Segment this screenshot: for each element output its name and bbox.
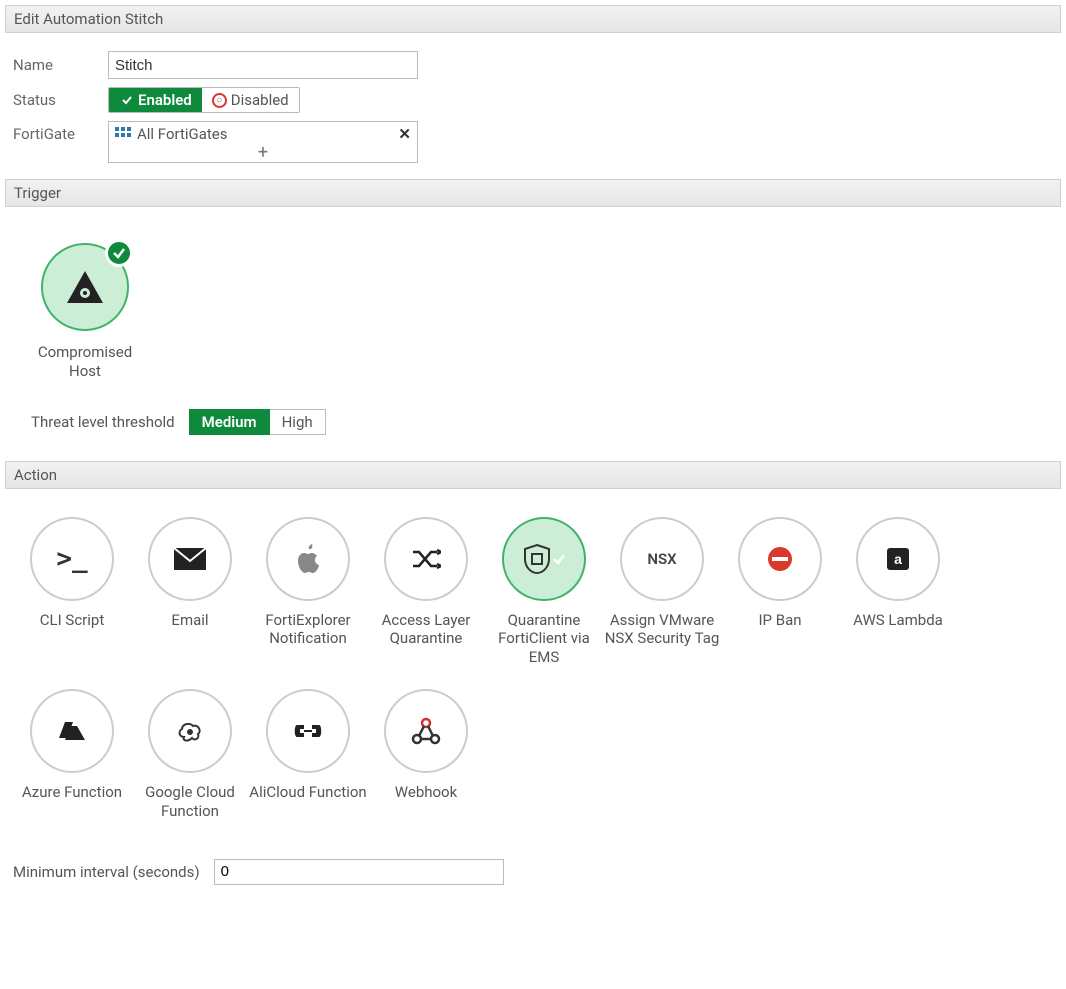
action-item-fortiexplorer[interactable]: FortiExplorer Notification [249, 517, 367, 667]
min-interval-label: Minimum interval (seconds) [13, 863, 200, 881]
no-entry-icon [766, 545, 794, 573]
fortigate-selector[interactable]: All FortiGates ✕ + [108, 121, 418, 163]
check-circle-icon [119, 93, 134, 108]
form-area: Name Status Enabled ○ Disabled FortiGate [5, 33, 1061, 179]
action-label: Azure Function [22, 783, 122, 821]
fortigate-value: All FortiGates [137, 125, 227, 143]
name-input[interactable] [108, 51, 418, 79]
action-item-aws-lambda[interactable]: a AWS Lambda [839, 517, 957, 667]
min-interval-input[interactable] [214, 859, 504, 885]
aws-icon: a [885, 546, 911, 572]
action-item-cli-script[interactable]: >_ CLI Script [13, 517, 131, 667]
action-item-webhook[interactable]: Webhook [367, 689, 485, 821]
selected-check-icon [552, 552, 566, 566]
fortigate-label: FortiGate [13, 121, 108, 143]
selected-check-icon [105, 239, 133, 267]
action-label: AliCloud Function [249, 783, 366, 821]
action-label: Assign VMware NSX Security Tag [603, 611, 721, 649]
action-circle[interactable] [384, 517, 468, 601]
page-title-bar: Edit Automation Stitch [5, 5, 1061, 33]
action-label: Google Cloud Function [131, 783, 249, 821]
apple-icon [295, 544, 321, 574]
action-label: Quarantine FortiClient via EMS [485, 611, 603, 667]
shield-quarantine-icon [522, 543, 552, 575]
action-circle[interactable] [384, 689, 468, 773]
action-item-alicloud-func[interactable]: AliCloud Function [249, 689, 367, 821]
action-item-quarantine-ems[interactable]: Quarantine FortiClient via EMS [485, 517, 603, 667]
disabled-circle-icon: ○ [212, 93, 227, 108]
action-circle[interactable] [266, 517, 350, 601]
nsx-icon: NSX [647, 550, 676, 568]
fortigate-remove-button[interactable]: ✕ [398, 125, 411, 143]
status-label: Status [13, 91, 108, 109]
status-enabled-label: Enabled [138, 91, 192, 109]
name-label: Name [13, 56, 108, 74]
action-label: AWS Lambda [853, 611, 943, 649]
page-title: Edit Automation Stitch [14, 10, 163, 28]
envelope-icon [174, 548, 206, 570]
action-section-title: Action [14, 466, 57, 484]
action-item-gcp-func[interactable]: Google Cloud Function [131, 689, 249, 821]
status-enabled-button[interactable]: Enabled [109, 88, 202, 112]
action-label: Email [171, 611, 208, 649]
action-circle[interactable] [738, 517, 822, 601]
action-item-access-layer[interactable]: Access Layer Quarantine [367, 517, 485, 667]
action-label: CLI Script [40, 611, 104, 649]
action-item-ip-ban[interactable]: IP Ban [721, 517, 839, 667]
action-circle[interactable] [30, 689, 114, 773]
shuffle-icon [411, 548, 441, 570]
action-circle[interactable]: >_ [30, 517, 114, 601]
action-circle[interactable] [266, 689, 350, 773]
action-circle[interactable] [502, 517, 586, 601]
action-label: FortiExplorer Notification [249, 611, 367, 649]
trigger-area: Compromised Host Threat level threshold … [5, 207, 1061, 461]
threshold-toggle: Medium High [189, 409, 326, 435]
status-toggle: Enabled ○ Disabled [108, 87, 300, 113]
action-circle[interactable]: a [856, 517, 940, 601]
trigger-section-header: Trigger [5, 179, 1061, 207]
alicloud-icon [293, 721, 323, 741]
trigger-circle[interactable] [41, 243, 129, 331]
svg-text:a: a [894, 551, 902, 567]
threshold-medium-button[interactable]: Medium [189, 409, 270, 435]
action-area: >_ CLI Script Email FortiExplorer Notifi… [5, 489, 1061, 853]
status-disabled-button[interactable]: ○ Disabled [202, 88, 299, 112]
webhook-icon [411, 717, 441, 745]
action-circle[interactable] [148, 689, 232, 773]
action-section-header: Action [5, 461, 1061, 489]
biohazard-triangle-icon [65, 269, 105, 305]
fortigate-add-button[interactable]: + [109, 146, 417, 162]
action-item-azure-func[interactable]: Azure Function [13, 689, 131, 821]
threshold-label: Threat level threshold [31, 413, 175, 431]
action-circle[interactable]: NSX [620, 517, 704, 601]
trigger-section-title: Trigger [14, 184, 61, 202]
action-circle[interactable] [148, 517, 232, 601]
action-label: Webhook [395, 783, 457, 821]
status-disabled-label: Disabled [231, 91, 289, 109]
fortigate-icon [115, 127, 131, 141]
google-cloud-icon [176, 719, 204, 743]
action-item-email[interactable]: Email [131, 517, 249, 667]
action-label: IP Ban [758, 611, 801, 649]
action-item-vmware-nsx[interactable]: NSX Assign VMware NSX Security Tag [603, 517, 721, 667]
trigger-item-compromised-host[interactable]: Compromised Host [25, 243, 145, 381]
terminal-icon: >_ [56, 544, 87, 574]
action-label: Access Layer Quarantine [367, 611, 485, 649]
threshold-high-button[interactable]: High [270, 409, 326, 435]
azure-icon [59, 720, 85, 742]
trigger-item-label: Compromised Host [25, 343, 145, 381]
